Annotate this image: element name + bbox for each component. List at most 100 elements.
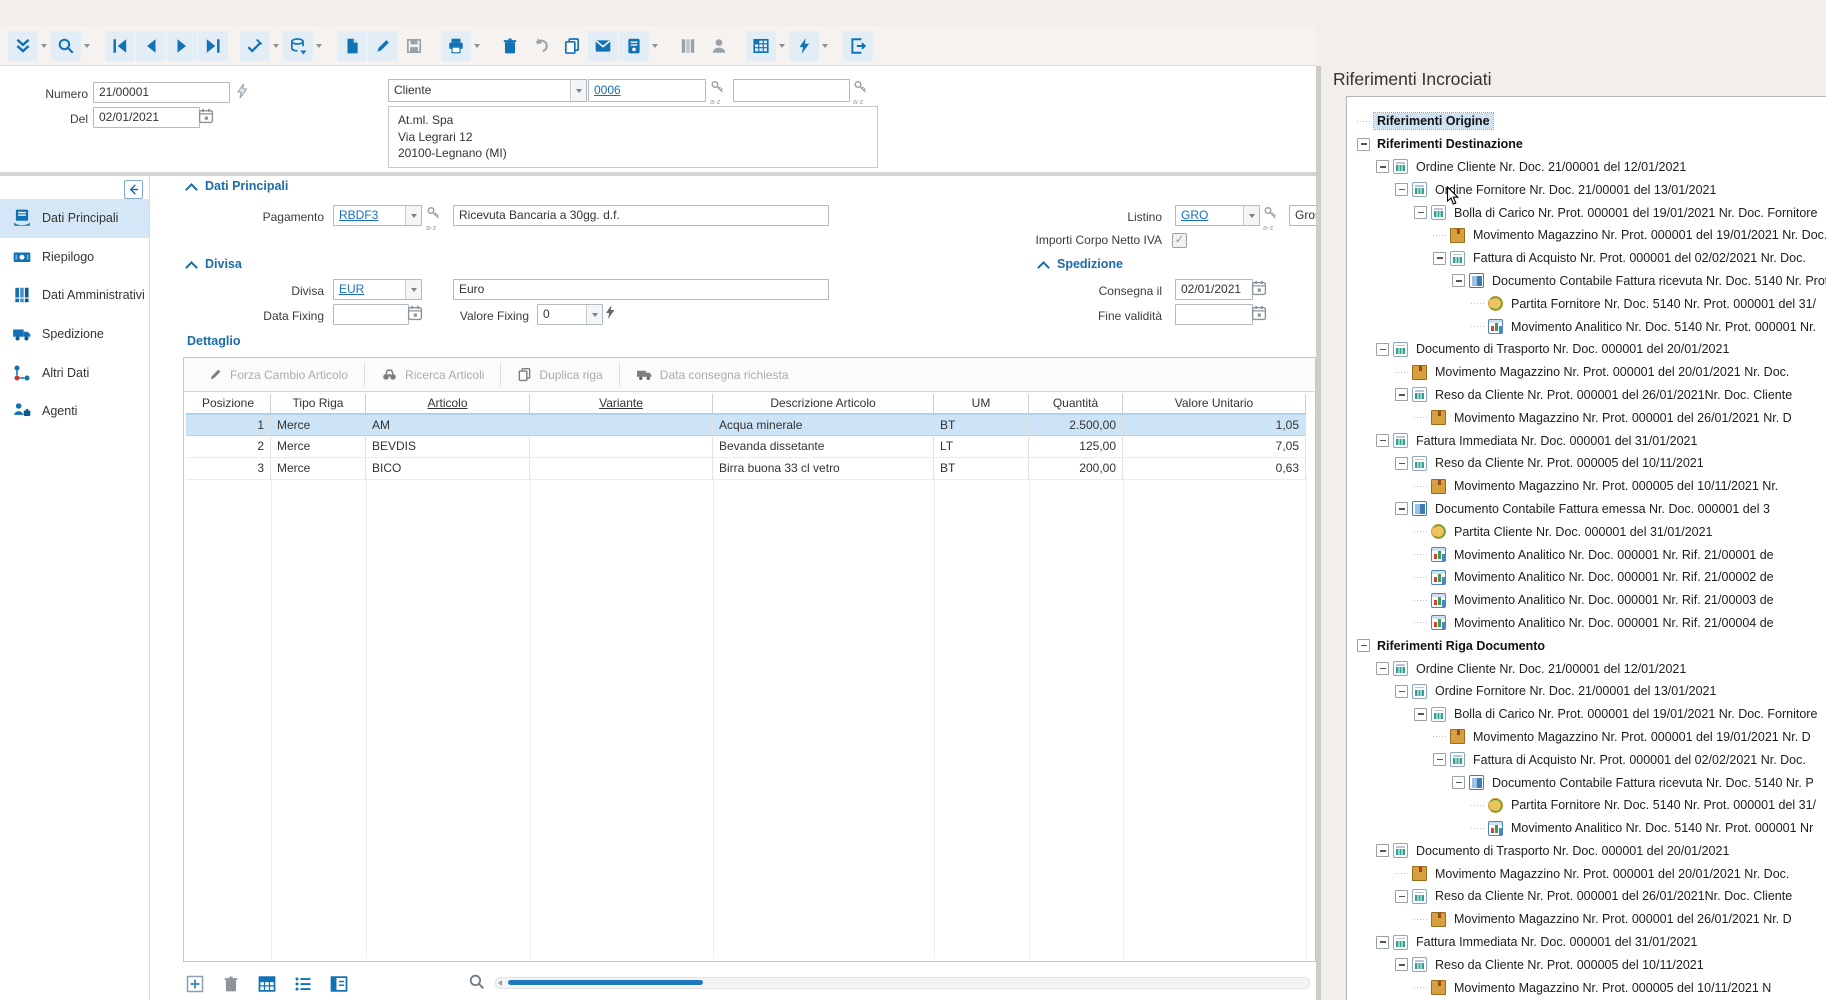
dropdown-caret[interactable] (472, 31, 482, 61)
data-fixing-field[interactable] (333, 304, 409, 325)
tree-item[interactable]: Movimento Magazzino Nr. Prot. 000005 del… (1347, 976, 1826, 999)
calendar-icon[interactable] (1251, 305, 1267, 321)
horizontal-scrollbar[interactable] (495, 977, 1310, 989)
tree-item[interactable]: Movimento Magazzino Nr. Prot. 000001 del… (1347, 862, 1826, 885)
grid-view-icon[interactable] (255, 972, 279, 996)
del-date-field[interactable]: 02/01/2021 (93, 107, 200, 128)
list-view-icon[interactable] (291, 972, 315, 996)
column-header[interactable]: Articolo (366, 394, 530, 413)
first-record-icon[interactable] (105, 31, 135, 61)
pagamento-code-select[interactable]: RBDF3 (333, 205, 422, 226)
sidebar-item-dati-amministrativi[interactable]: Dati Amministrativi (0, 276, 149, 315)
key-search-icon[interactable]: a-z (710, 80, 732, 104)
table-row[interactable]: 3 Merce BICO Birra buona 33 cl vetro BT … (186, 458, 1306, 480)
tree-item[interactable]: Movimento Analitico Nr. Doc. 000001 Nr. … (1347, 612, 1826, 635)
collapse-toggle-icon[interactable] (1357, 639, 1370, 652)
tree-item[interactable]: Reso da Cliente Nr. Prot. 000005 del 10/… (1347, 953, 1826, 976)
pagamento-desc-field[interactable]: Ricevuta Bancaria a 30gg. d.f. (453, 205, 829, 226)
forza-cambio-articolo-button[interactable]: Forza Cambio Articolo (192, 363, 364, 387)
tree-item[interactable]: Movimento Magazzino Nr. Prot. 000001 del… (1347, 224, 1826, 247)
print-icon[interactable] (441, 31, 471, 61)
tree-item[interactable]: Movimento Analitico Nr. Doc. 000001 Nr. … (1347, 589, 1826, 612)
collapse-toggle-icon[interactable] (1395, 890, 1408, 903)
dropdown-caret[interactable] (650, 31, 660, 61)
collapse-toggle-icon[interactable] (1376, 662, 1389, 675)
card-view-icon[interactable] (327, 972, 351, 996)
tree-item[interactable]: Riferimenti Riga Documento (1347, 634, 1826, 657)
calendar-icon[interactable] (198, 108, 214, 124)
valore-fixing-spinner[interactable]: 0 (537, 304, 603, 325)
duplica-riga-button[interactable]: Duplica riga (501, 363, 618, 387)
chevron-down-icon[interactable] (570, 80, 586, 101)
column-header[interactable]: Variante (530, 394, 713, 413)
key-search-icon[interactable]: a-z (1263, 206, 1285, 230)
tree-item[interactable]: Documento Contabile Fattura emessa Nr. D… (1347, 498, 1826, 521)
tree-item[interactable]: Partita Cliente Nr. Doc. 000001 del 31/0… (1347, 520, 1826, 543)
tree-item[interactable]: Fattura Immediata Nr. Doc. 000001 del 31… (1347, 931, 1826, 954)
tree-item[interactable]: Movimento Analitico Nr. Doc. 5140 Nr. Pr… (1347, 817, 1826, 840)
columns-icon[interactable] (673, 31, 703, 61)
edit-icon[interactable] (368, 31, 398, 61)
scroll-left-icon[interactable] (498, 980, 502, 986)
save-icon[interactable] (399, 31, 429, 61)
collapse-toggle-icon[interactable] (1395, 685, 1408, 698)
cliente-code-field[interactable]: 0006 (588, 79, 706, 102)
exit-icon[interactable] (843, 31, 873, 61)
tree-item[interactable]: Bolla di Carico Nr. Prot. 000001 del 19/… (1347, 703, 1826, 726)
collapse-toggle-icon[interactable] (1376, 936, 1389, 949)
report-icon[interactable] (619, 31, 649, 61)
user-icon[interactable] (704, 31, 734, 61)
undo-icon[interactable] (526, 31, 556, 61)
tree-item[interactable]: Movimento Analitico Nr. Doc. 000001 Nr. … (1347, 543, 1826, 566)
tree-item[interactable]: Movimento Analitico Nr. Doc. 000001 Nr. … (1347, 566, 1826, 589)
collapse-toggle-icon[interactable] (1376, 343, 1389, 356)
sidebar-item-riepilogo[interactable]: Riepilogo (0, 238, 149, 277)
dropdown-caret[interactable] (271, 31, 281, 61)
calendar-icon[interactable] (1251, 280, 1267, 296)
tree-item[interactable]: Documento Contabile Fattura ricevuta Nr.… (1347, 771, 1826, 794)
collapse-toggle-icon[interactable] (1395, 183, 1408, 196)
cliente-extra-field[interactable] (733, 79, 850, 102)
listino-desc-field[interactable]: Grossisti (1289, 205, 1316, 226)
dropdown-caret[interactable] (314, 31, 324, 61)
collapse-toggle-icon[interactable] (1376, 160, 1389, 173)
last-record-icon[interactable] (198, 31, 228, 61)
tree-item[interactable]: Reso da Cliente Nr. Prot. 000001 del 26/… (1347, 885, 1826, 908)
column-header[interactable]: Tipo Riga (271, 394, 366, 413)
new-document-icon[interactable] (337, 31, 367, 61)
collapse-section-icon[interactable] (185, 261, 198, 274)
double-chevron-down-icon[interactable] (8, 31, 38, 61)
collapse-toggle-icon[interactable] (1376, 844, 1389, 857)
table-row[interactable]: 2 Merce BEVDIS Bevanda dissetante LT 125… (186, 436, 1306, 458)
ricerca-articoli-button[interactable]: Ricerca Articoli (365, 363, 500, 387)
sidebar-item-dati-principali[interactable]: Dati Principali (0, 199, 149, 238)
divisa-desc-field[interactable]: Euro (453, 279, 829, 300)
divisa-code-select[interactable]: EUR (333, 279, 422, 300)
tree-item[interactable]: Documento di Trasporto Nr. Doc. 000001 d… (1347, 840, 1826, 863)
sidebar-item-spedizione[interactable]: Spedizione (0, 315, 149, 354)
collapse-toggle-icon[interactable] (1433, 753, 1446, 766)
tree-item[interactable]: Movimento Magazzino Nr. Prot. 000001 del… (1347, 406, 1826, 429)
collapse-toggle-icon[interactable] (1395, 958, 1408, 971)
tree-item[interactable]: Ordine Cliente Nr. Doc. 21/00001 del 12/… (1347, 156, 1826, 179)
column-header[interactable]: Quantità (1029, 394, 1123, 413)
collapse-toggle-icon[interactable] (1395, 388, 1408, 401)
collapse-section-icon[interactable] (185, 183, 198, 196)
tree-item[interactable]: Ordine Fornitore Nr. Doc. 21/00001 del 1… (1347, 680, 1826, 703)
fine-validita-field[interactable] (1175, 304, 1253, 325)
tree-item[interactable]: Movimento Analitico Nr. Doc. 5140 Nr. Pr… (1347, 315, 1826, 338)
tree-item[interactable]: Movimento Magazzino Nr. Prot. 000001 del… (1347, 726, 1826, 749)
tree-item[interactable]: Movimento Magazzino Nr. Prot. 000001 del… (1347, 908, 1826, 931)
tree-item[interactable]: Partita Fornitore Nr. Doc. 5140 Nr. Prot… (1347, 794, 1826, 817)
quick-actions-icon[interactable] (789, 31, 819, 61)
next-record-icon[interactable] (167, 31, 197, 61)
tree-item[interactable]: Partita Fornitore Nr. Doc. 5140 Nr. Prot… (1347, 292, 1826, 315)
scrollbar-thumb[interactable] (508, 980, 703, 985)
delete-icon[interactable] (495, 31, 525, 61)
column-header[interactable]: Descrizione Articolo (713, 394, 934, 413)
tree-item[interactable]: Bolla di Carico Nr. Prot. 000001 del 19/… (1347, 201, 1826, 224)
tree-item[interactable]: Ordine Fornitore Nr. Doc. 21/00001 del 1… (1347, 178, 1826, 201)
search-icon[interactable] (51, 31, 81, 61)
chevron-down-icon[interactable] (405, 206, 421, 225)
collapse-toggle-icon[interactable] (1414, 708, 1427, 721)
